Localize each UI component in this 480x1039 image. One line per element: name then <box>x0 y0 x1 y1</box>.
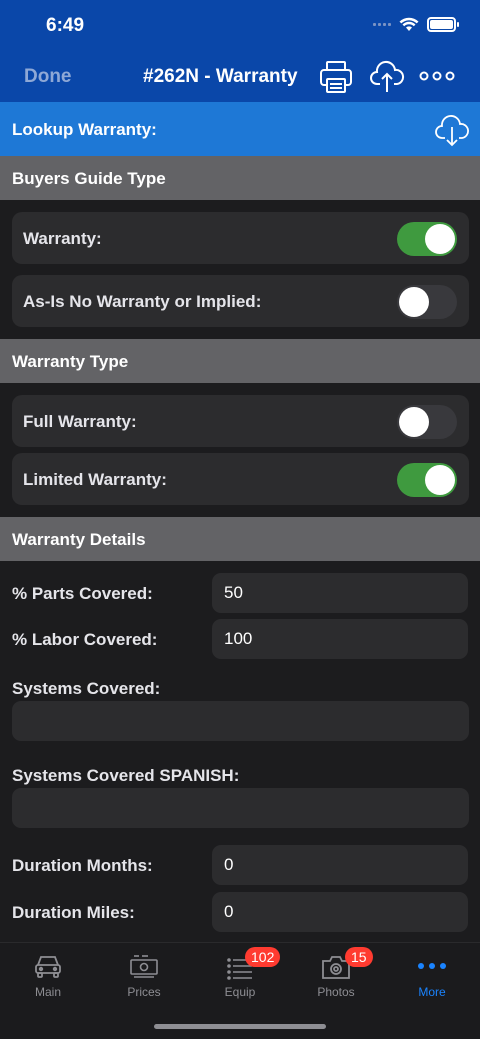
systems-covered-input[interactable] <box>12 701 469 741</box>
more-options-icon[interactable] <box>418 64 456 88</box>
lookup-warranty-row[interactable]: Lookup Warranty: <box>0 102 480 156</box>
toggle-label: Full Warranty: <box>23 412 137 431</box>
limited-warranty-switch[interactable] <box>397 463 457 497</box>
duration-miles-label: Duration Miles: <box>12 903 135 922</box>
tab-more[interactable]: More <box>384 943 480 1003</box>
section-title: Buyers Guide Type <box>12 169 166 188</box>
labor-covered-label: % Labor Covered: <box>12 630 158 649</box>
car-icon <box>35 956 61 978</box>
tab-label: Prices <box>127 985 161 999</box>
toggle-label: As-Is No Warranty or Implied: <box>23 292 262 311</box>
systems-covered-spanish-label: Systems Covered SPANISH: <box>12 766 240 785</box>
duration-months-input[interactable] <box>212 845 468 885</box>
warranty-toggle-row: Warranty: <box>12 212 469 264</box>
home-indicator <box>154 1024 326 1029</box>
tab-main[interactable]: Main <box>0 943 96 1003</box>
section-title: Warranty Details <box>12 530 146 549</box>
tab-label: Photos <box>317 985 355 999</box>
parts-covered-label: % Parts Covered: <box>12 584 153 603</box>
cellular-signal-icon <box>373 23 391 26</box>
more-dots-icon <box>418 963 446 969</box>
full-warranty-toggle-row: Full Warranty: <box>12 395 469 447</box>
tab-photos[interactable]: 15 Photos <box>288 943 384 1003</box>
systems-covered-label: Systems Covered: <box>12 679 161 698</box>
cloud-download-icon[interactable] <box>434 113 470 149</box>
page-title: #262N - Warranty <box>143 66 298 87</box>
tab-label: More <box>418 985 446 999</box>
as-is-toggle-row: As-Is No Warranty or Implied: <box>12 275 469 327</box>
duration-miles-input[interactable] <box>212 892 468 932</box>
battery-icon <box>427 17 459 32</box>
as-is-switch[interactable] <box>397 285 457 319</box>
warranty-switch[interactable] <box>397 222 457 256</box>
status-bar: 6:49 <box>0 0 480 50</box>
tab-prices[interactable]: Prices <box>96 943 192 1003</box>
toggle-label: Limited Warranty: <box>23 470 167 489</box>
tab-label: Equip <box>224 985 256 999</box>
print-icon[interactable] <box>318 59 354 95</box>
limited-warranty-toggle-row: Limited Warranty: <box>12 453 469 505</box>
cloud-upload-icon[interactable] <box>369 59 405 95</box>
equip-badge: 102 <box>245 947 281 967</box>
duration-months-label: Duration Months: <box>12 856 153 875</box>
systems-covered-spanish-input[interactable] <box>12 788 469 828</box>
status-time: 6:49 <box>46 15 85 36</box>
navigation-bar: Done #262N - Warranty <box>0 50 480 102</box>
toggle-label: Warranty: <box>23 229 102 248</box>
done-button[interactable]: Done <box>24 66 72 88</box>
section-header-warranty-type: Warranty Type <box>0 339 480 383</box>
parts-covered-input[interactable] <box>212 573 468 613</box>
tab-label: Main <box>34 985 61 999</box>
section-title: Warranty Type <box>12 352 129 371</box>
lookup-warranty-label: Lookup Warranty: <box>12 120 157 139</box>
section-header-warranty-details: Warranty Details <box>0 517 480 561</box>
wifi-icon <box>399 17 419 31</box>
labor-covered-input[interactable] <box>212 619 468 659</box>
photos-badge: 15 <box>345 947 373 967</box>
tab-equip[interactable]: 102 Equip <box>192 943 288 1003</box>
section-header-buyers-guide: Buyers Guide Type <box>0 156 480 200</box>
full-warranty-switch[interactable] <box>397 405 457 439</box>
cash-icon <box>130 955 158 978</box>
